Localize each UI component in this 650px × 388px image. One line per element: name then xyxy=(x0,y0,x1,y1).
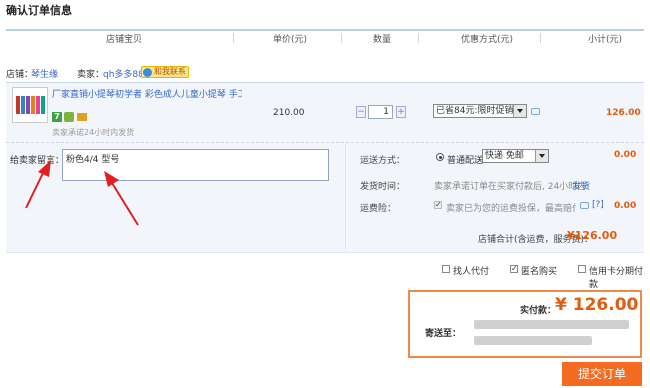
proxy-pay-label[interactable]: 找人代付 xyxy=(453,264,489,277)
payment-label: 实付款： xyxy=(520,306,557,316)
chevron-down-icon xyxy=(535,150,548,162)
shipping-promise: 卖家承诺24小时内发货 xyxy=(52,128,135,137)
page-title: 确认订单信息 xyxy=(6,4,72,17)
delivery-selected-value: 快递 免邮 xyxy=(485,151,524,161)
delivery-select[interactable]: 快递 免邮 xyxy=(482,149,549,163)
unit-price: 210.00 xyxy=(273,108,305,118)
proxy-pay-checkbox[interactable] xyxy=(442,265,450,273)
quantity-decrease-button[interactable]: − xyxy=(356,106,366,118)
contact-seller-label: 和我联系 xyxy=(154,67,186,76)
chevron-down-icon xyxy=(513,105,526,117)
discount-selected-value: 已省84元:限时促销 xyxy=(436,106,514,116)
wangwang-icon xyxy=(143,68,152,77)
quantity-input[interactable]: 1 xyxy=(368,105,393,119)
payment-amount: ¥ 126.00 xyxy=(555,295,639,315)
note-label: 给卖家留言： xyxy=(10,156,65,166)
header-underline xyxy=(6,29,644,31)
ship-time-label: 发货时间： xyxy=(360,182,406,192)
installment-label[interactable]: 信用卡分期付款 xyxy=(589,264,650,290)
seller-name-link[interactable]: qh多多88 xyxy=(103,67,144,80)
shop-name-link[interactable]: 琴生缘 xyxy=(31,67,58,80)
panel-bottom-border xyxy=(6,252,644,253)
delivery-method-label: 运送方式： xyxy=(360,156,406,166)
panel-divider xyxy=(345,144,346,250)
delivery-fee: 0.00 xyxy=(614,150,637,160)
anonymous-label[interactable]: 匿名购买 xyxy=(521,264,557,277)
credit-card-icon[interactable] xyxy=(77,113,87,121)
column-header-discount: 优惠方式(元) xyxy=(461,35,514,45)
insurance-fee: 0.00 xyxy=(614,201,637,211)
consumer-protection-icon[interactable] xyxy=(64,112,74,122)
anonymous-checkbox[interactable] xyxy=(510,264,518,273)
ship-to-label: 寄送至： xyxy=(425,329,462,339)
product-title-link[interactable]: 厂家直销小提琴初学者 彩色成人儿童小提琴 手工... xyxy=(52,87,242,100)
column-divider xyxy=(418,33,419,43)
column-header-item: 店铺宝贝 xyxy=(106,35,143,45)
redacted-recipient xyxy=(474,336,592,345)
item-subtotal: 126.00 xyxy=(606,108,641,118)
installment-checkbox[interactable] xyxy=(578,265,586,273)
discount-select[interactable]: 已省84元:限时促销 xyxy=(433,104,527,118)
seller-label: 卖家： xyxy=(77,70,105,80)
chat-icon[interactable] xyxy=(531,108,540,115)
product-thumbnail[interactable] xyxy=(12,87,48,123)
column-divider xyxy=(341,33,342,43)
ship-time-link[interactable]: 发货 xyxy=(572,179,590,192)
redacted-address xyxy=(474,320,629,329)
column-header-price: 单价(元) xyxy=(273,35,308,45)
contact-seller-button[interactable]: 和我联系 xyxy=(141,66,189,78)
shop-total: ¥126.00 xyxy=(567,229,618,242)
delivery-option-label: 普通配送 xyxy=(447,156,484,166)
submit-order-button[interactable]: 提交订单 xyxy=(562,362,642,386)
insurance-text: 卖家已为您的运费投保，最高赔付... xyxy=(446,204,576,214)
insurance-checkbox xyxy=(434,200,442,209)
seven-day-return-badge[interactable]: 7 xyxy=(52,112,62,122)
seller-note-textarea[interactable]: 粉色4/4 型号 xyxy=(62,149,329,181)
insurance-help-link[interactable]: [?] xyxy=(592,200,604,210)
column-header-subtotal: 小计(元) xyxy=(588,35,623,45)
column-header-quantity: 数量 xyxy=(373,35,392,45)
column-divider xyxy=(233,33,234,43)
column-divider xyxy=(540,33,541,43)
insurance-label: 运费险： xyxy=(360,204,397,214)
chat-icon[interactable] xyxy=(580,202,589,209)
quantity-increase-button[interactable]: + xyxy=(396,106,406,118)
delivery-radio[interactable] xyxy=(436,153,444,161)
ship-time-text: 卖家承诺订单在买家付款后, 24小时内 xyxy=(434,182,587,192)
shop-label: 店铺： xyxy=(6,70,34,80)
